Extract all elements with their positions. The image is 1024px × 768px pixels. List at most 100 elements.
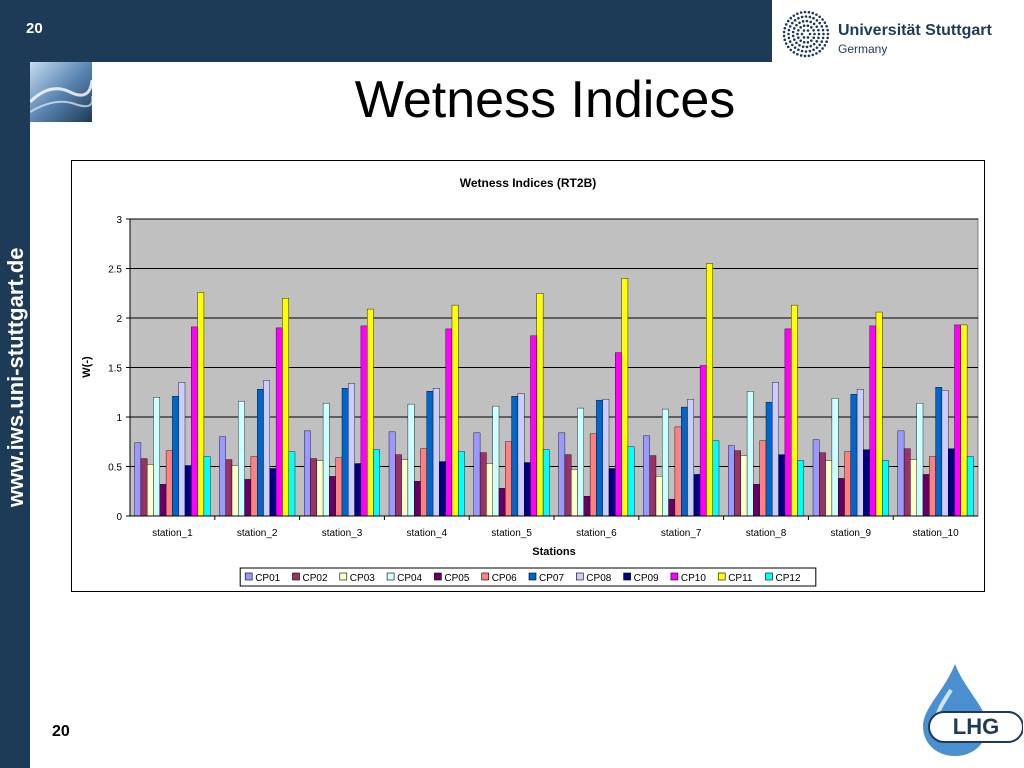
y-tick-label: 0.5 xyxy=(108,463,122,474)
bar-cp12-station_7 xyxy=(712,440,720,517)
y-axis-label: W(-) xyxy=(81,356,93,378)
bar-cp04-station_4 xyxy=(407,403,415,517)
legend-label-cp10: CP10 xyxy=(681,573,706,584)
x-tick-label: station_2 xyxy=(237,528,278,539)
bar-cp03-station_7 xyxy=(655,476,663,517)
bar-cp08-station_2 xyxy=(263,380,271,517)
bar-cp02-station_8 xyxy=(734,450,742,517)
bar-cp09-station_4 xyxy=(439,461,446,517)
bar-cp01-station_4 xyxy=(388,431,396,517)
bar-cp09-station_5 xyxy=(524,462,531,517)
bar-cp06-station_8 xyxy=(759,440,767,517)
bar-cp12-station_1 xyxy=(203,456,211,517)
bar-cp03-station_10 xyxy=(910,459,917,517)
page-number-bottom: 20 xyxy=(52,723,70,740)
legend-label-cp07: CP07 xyxy=(539,573,564,584)
bar-cp12-station_4 xyxy=(458,451,465,517)
bar-cp01-station_5 xyxy=(473,432,481,517)
legend-label-cp12: CP12 xyxy=(776,573,801,584)
bar-cp05-station_3 xyxy=(329,476,336,517)
legend-swatch-cp06 xyxy=(481,572,490,581)
bar-cp04-station_9 xyxy=(831,397,839,517)
bar-cp05-station_4 xyxy=(414,481,421,517)
bar-cp09-station_6 xyxy=(608,468,616,517)
bar-cp08-station_10 xyxy=(941,390,949,517)
bar-cp05-station_6 xyxy=(583,496,591,517)
bar-cp07-station_7 xyxy=(681,406,688,517)
bar-cp11-station_10 xyxy=(960,324,968,517)
lhg-logo-text: LHG xyxy=(953,714,999,739)
bar-cp11-station_9 xyxy=(875,311,883,517)
legend-swatch-cp07 xyxy=(528,572,537,581)
bar-cp10-station_1 xyxy=(191,326,198,517)
bar-cp05-station_8 xyxy=(753,484,760,517)
bar-cp10-station_4 xyxy=(445,328,453,517)
bar-cp05-station_5 xyxy=(498,488,506,517)
legend-label-cp03: CP03 xyxy=(350,573,375,584)
bar-cp09-station_3 xyxy=(354,463,362,517)
bar-cp11-station_6 xyxy=(621,278,629,517)
corner-block: 20 xyxy=(0,0,92,62)
bar-cp03-station_2 xyxy=(231,465,239,517)
bar-cp09-station_7 xyxy=(693,474,701,517)
page-number-top: 20 xyxy=(26,20,43,37)
legend-swatch-cp04 xyxy=(386,572,395,581)
bar-cp04-station_6 xyxy=(577,407,585,517)
x-tick-label: station_9 xyxy=(831,528,872,539)
bar-cp03-station_5 xyxy=(486,463,493,517)
x-tick-label: station_7 xyxy=(661,528,702,539)
bar-cp12-station_8 xyxy=(797,460,805,517)
bar-cp10-station_7 xyxy=(699,365,707,517)
bar-cp08-station_8 xyxy=(772,382,779,517)
legend-swatch-cp11 xyxy=(717,572,726,581)
bar-cp08-station_5 xyxy=(517,393,525,517)
bar-cp02-station_7 xyxy=(649,455,657,517)
bar-cp08-station_1 xyxy=(178,382,186,517)
bar-cp05-station_2 xyxy=(244,479,252,517)
bar-cp04-station_1 xyxy=(153,396,161,517)
bar-cp05-station_1 xyxy=(159,484,167,517)
bar-cp11-station_8 xyxy=(791,304,798,517)
bar-cp06-station_3 xyxy=(335,457,343,517)
bar-cp04-station_8 xyxy=(746,391,754,517)
bar-cp10-station_9 xyxy=(869,325,877,517)
legend-label-cp01: CP01 xyxy=(255,573,280,584)
legend-swatch-cp12 xyxy=(765,572,773,581)
bar-cp01-station_9 xyxy=(812,439,820,517)
bar-cp02-station_6 xyxy=(564,454,572,517)
bar-cp07-station_5 xyxy=(511,396,519,517)
chart-frame: Wetness Indices (RT2B) 0 0.5 1 1.5 2 2.5 3 stat… xyxy=(71,160,985,592)
bar-cp03-station_9 xyxy=(825,460,833,517)
page-title: Wetness Indices xyxy=(354,71,736,129)
chart-title: Wetness Indices (RT2B) xyxy=(460,176,596,190)
bar-cp11-station_5 xyxy=(536,293,544,517)
header-strip xyxy=(92,0,772,62)
bar-cp04-station_3 xyxy=(322,402,330,517)
bar-cp07-station_2 xyxy=(256,389,264,517)
bar-cp08-station_6 xyxy=(602,398,610,517)
bar-cp07-station_9 xyxy=(850,394,858,517)
bar-cp01-station_8 xyxy=(728,445,735,517)
bar-cp09-station_1 xyxy=(184,465,192,517)
bar-cp07-station_6 xyxy=(596,399,603,517)
bar-cp03-station_4 xyxy=(401,459,409,517)
bar-chart: Wetness Indices (RT2B) 0 0.5 1 1.5 2 2.5 3 stat… xyxy=(81,176,979,587)
bar-cp06-station_7 xyxy=(674,426,682,517)
legend-swatch-cp03 xyxy=(339,572,348,581)
legend-label-cp09: CP09 xyxy=(634,573,659,584)
bar-cp07-station_3 xyxy=(341,388,349,517)
legend-swatch-cp09 xyxy=(623,572,631,581)
bar-cp12-station_5 xyxy=(542,449,550,517)
bar-cp10-station_5 xyxy=(530,335,538,517)
bar-cp09-station_9 xyxy=(863,449,870,517)
bar-cp05-station_7 xyxy=(668,498,676,517)
bar-cp06-station_2 xyxy=(250,456,258,517)
bar-cp02-station_1 xyxy=(140,458,148,517)
bar-cp08-station_4 xyxy=(432,388,440,517)
x-axis-label: Stations xyxy=(532,546,575,558)
bar-cp05-station_10 xyxy=(922,474,930,517)
bar-cp07-station_8 xyxy=(765,401,773,517)
legend: CP01 CP02 CP03 CP04 CP05 CP06 CP07 CP08 CP09 CP10… xyxy=(239,567,817,587)
bar-cp12-station_9 xyxy=(882,460,889,517)
bar-cp11-station_4 xyxy=(451,304,459,517)
